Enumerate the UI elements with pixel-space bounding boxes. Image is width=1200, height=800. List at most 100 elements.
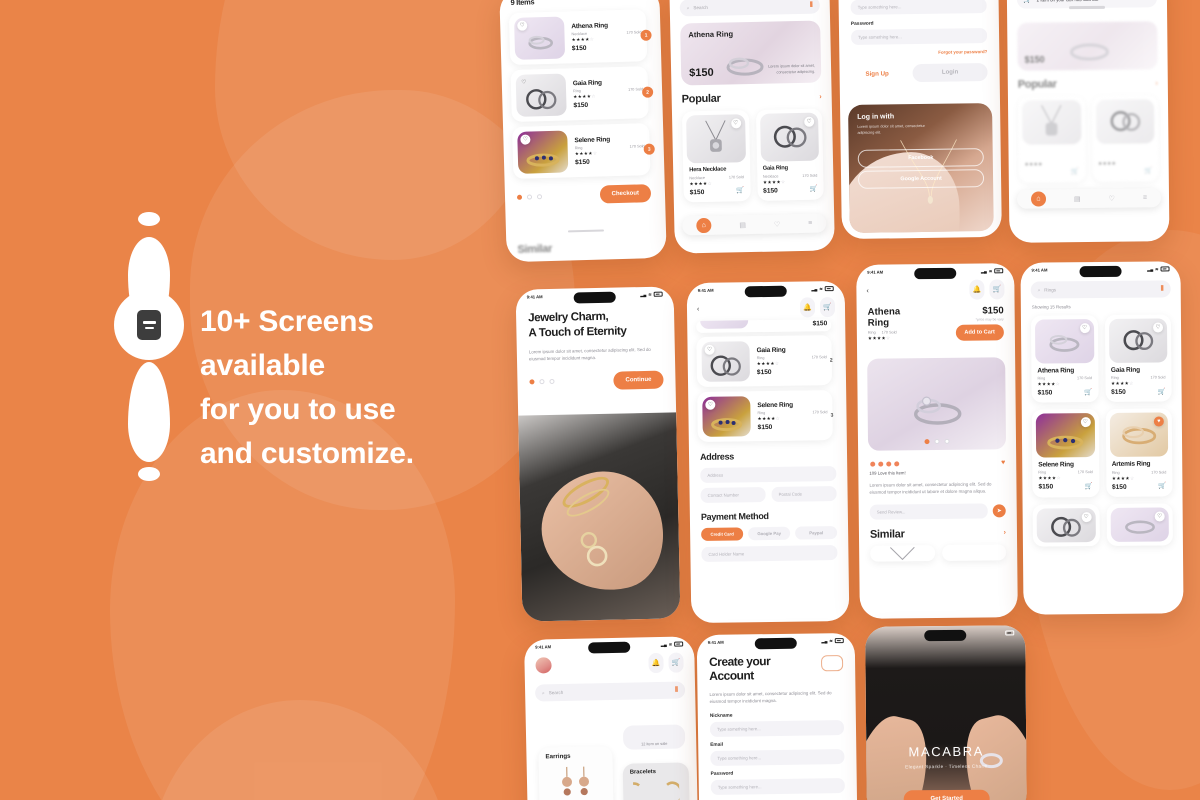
search-product-name: Selene Ring <box>1038 461 1074 469</box>
facebook-login-button[interactable]: Facebook <box>857 148 984 168</box>
checkout-item-qty-badge[interactable]: 3 <box>826 410 837 421</box>
review-input[interactable]: Send Review... <box>869 503 988 520</box>
menu-icon[interactable]: ≡ <box>1143 194 1147 201</box>
continue-button[interactable]: Continue <box>613 370 664 390</box>
home-icon[interactable]: ⌂ <box>1030 191 1047 207</box>
phone-screen-checkout[interactable]: 9:41 AM ▂▄ ≋ ‹ 🔔 🛒 $150 ♡ Gaia Ring Ring… <box>686 280 850 624</box>
search-input[interactable]: ⌕ Rings ⦀ <box>1030 280 1171 299</box>
search-icon: ⌕ <box>686 5 690 11</box>
notification-bell-icon[interactable]: 🔔 <box>648 652 664 674</box>
add-to-cart-icon[interactable]: 🛒 <box>1158 482 1166 490</box>
back-button[interactable]: ‹ <box>866 287 868 294</box>
menu-icon[interactable]: ≡ <box>808 220 812 227</box>
category-tile-earrings[interactable]: Earrings 12 item on sale <box>538 745 614 800</box>
back-button[interactable]: ‹ <box>697 305 699 312</box>
bottom-tab-bar[interactable]: ⌂ ▤ ♡ ≡ <box>1016 188 1162 209</box>
orders-icon[interactable]: ▤ <box>739 221 746 229</box>
email-field[interactable]: Type something here... <box>850 0 987 15</box>
add-to-cart-icon[interactable]: 🛒 <box>1085 482 1093 490</box>
product-name: Gaia Ring <box>762 165 788 172</box>
cart-icon[interactable]: 🛒 <box>668 652 684 673</box>
chevron-right-icon[interactable]: › <box>1149 0 1151 2</box>
chevron-right-icon[interactable]: › <box>1155 80 1157 87</box>
home-icon[interactable]: ⌂ <box>696 217 712 234</box>
results-count-label: Showing 15 Results <box>1031 304 1071 310</box>
phone-screen-product-detail[interactable]: 9:41 AM ▂▄ ≋ ‹ 🔔 🛒 Athena Ring Ring 170 … <box>856 263 1018 619</box>
onboarding-pagination-dots[interactable] <box>529 379 555 385</box>
detail-hero-image[interactable] <box>867 357 1007 451</box>
home-hero-banner[interactable]: Athena Ring $150 Lorem ipsum dolor sit a… <box>680 20 822 86</box>
cart-item-qty-badge[interactable]: 3 <box>643 143 655 155</box>
address-field[interactable]: Address <box>700 466 837 483</box>
phone-screen-signup[interactable]: 9:41 AM ▂▄ ≋ Create your Account Lorem ip… <box>696 632 858 800</box>
card-holder-name-field[interactable]: Card Holder Name <box>701 545 838 562</box>
forgot-password-link[interactable]: Forgot your password? <box>851 49 987 56</box>
wishlist-icon[interactable]: ♡ <box>1109 194 1115 202</box>
cart-item-qty-badge[interactable]: 1 <box>640 29 652 41</box>
filter-icon[interactable]: ⦀ <box>810 2 813 9</box>
signal-icon: ▂▄ <box>640 291 647 298</box>
send-icon[interactable]: ➤ <box>992 503 1006 518</box>
orders-icon[interactable]: ▤ <box>1074 195 1081 203</box>
category-search-bar[interactable]: ⌕ Search ⦀ <box>534 681 686 702</box>
add-to-cart-icon[interactable]: 🛒 <box>809 185 817 193</box>
chevron-right-icon[interactable]: › <box>819 93 821 100</box>
phone-screen-category[interactable]: 9:41 AM ▂▄ ≋ 🔔 🛒 ⌕ Search ⦀ 12 item on s… <box>524 636 698 800</box>
cart-item-sold: 170 Sold <box>629 143 645 149</box>
chevron-right-icon[interactable]: › <box>1004 529 1006 536</box>
checkout-button[interactable]: Checkout <box>599 184 652 204</box>
presentation-stage: 10+ Screens available for you to use and… <box>0 0 1200 800</box>
social-login-desc: Lorem ipsum dolor sit amet, consectetur … <box>857 123 925 135</box>
phone-screen-cart[interactable]: 9 Items ♡ Athena Ring Necklace 170 Sold … <box>499 0 667 263</box>
phone-screen-splash[interactable]: 9:41 AM ▂▄≋ MACABRA Elegant Sparkle · Ti… <box>865 625 1027 800</box>
add-to-cart-icon[interactable]: 🛒 <box>1157 387 1165 395</box>
filter-icon[interactable]: ⦀ <box>1161 285 1164 292</box>
category-tile-bracelets[interactable]: Bracelets 6 item on sale <box>622 762 690 800</box>
search-icon: ⌕ <box>1037 287 1041 293</box>
detail-price: $150 <box>982 305 1004 317</box>
phone-screen-login[interactable]: adipiscing elit. Sed do eiusmod tempor i… <box>838 0 1002 240</box>
phone-screen-onboarding[interactable]: 9:41 AM ▂▄ ≋ Jewelry Charm, A Touch of Et… <box>515 286 681 622</box>
cart-icon[interactable]: 🛒 <box>989 279 1005 300</box>
home-search-bar[interactable]: ⌕ Search ⦀ <box>679 0 820 17</box>
notification-bell-icon[interactable]: 🔔 <box>969 279 985 300</box>
skip-button[interactable] <box>820 655 844 672</box>
add-to-cart-icon[interactable]: 🛒 <box>1084 388 1092 396</box>
checkout-item-qty-badge[interactable]: 2 <box>826 355 837 366</box>
image-pagination-dots[interactable] <box>924 438 950 445</box>
phone-screen-notifications[interactable]: Complete your account profile! › 🛒 2 Ite… <box>1006 0 1170 243</box>
login-button[interactable]: Login <box>912 63 988 83</box>
notification-bell-icon[interactable]: 🔔 <box>799 297 816 318</box>
device-notch <box>744 285 787 298</box>
email-field[interactable]: Type something here... <box>710 749 845 767</box>
cart-item-qty-badge[interactable]: 2 <box>641 86 654 98</box>
payment-method-google-pay[interactable]: Google Pay <box>748 526 791 541</box>
nickname-field[interactable]: Type something here... <box>709 720 845 738</box>
favorite-icon[interactable]: ♥ <box>1001 459 1005 466</box>
password-field[interactable]: Type something here... <box>850 27 988 45</box>
postal-code-field[interactable]: Postal Code <box>771 486 837 502</box>
avatar[interactable] <box>535 657 552 674</box>
notif-hero-banner[interactable]: $150 <box>1017 21 1158 71</box>
get-started-button[interactable]: Get Started <box>903 789 990 800</box>
search-product-price: $150 <box>1111 483 1127 491</box>
battery-icon <box>994 268 1004 274</box>
category-tile-necklace[interactable]: 12 item on sale <box>622 724 686 750</box>
password-field[interactable]: Type something here... <box>710 778 845 796</box>
payment-method-credit-card[interactable]: Credit Card <box>701 527 744 541</box>
contact-number-field[interactable]: Contact Number <box>700 487 766 503</box>
payment-method-paypal[interactable]: Paypal <box>795 526 838 540</box>
cart-pagination-dots[interactable] <box>516 193 543 200</box>
add-to-cart-button[interactable]: Add to Cart <box>955 324 1004 341</box>
bottom-tab-bar[interactable]: ⌂ ▤ ♡ ≡ <box>682 213 827 236</box>
phone-screen-search-results[interactable]: 9:41 AM ▂▄ ≋ ⌕ Rings ⦀ Showing 15 Results… <box>1020 261 1184 615</box>
signup-button[interactable]: Sign Up <box>851 64 902 84</box>
battery-icon <box>1160 266 1170 272</box>
wishlist-icon[interactable]: ♡ <box>774 220 780 228</box>
filter-icon[interactable]: ⦀ <box>675 687 678 694</box>
google-login-button[interactable]: Google Account <box>857 169 985 189</box>
cart-icon[interactable]: 🛒 <box>819 297 836 318</box>
add-to-cart-icon[interactable]: 🛒 <box>736 187 744 195</box>
phone-screen-home[interactable]: ⌕ Search ⦀ Athena Ring $150 Lorem ipsum … <box>669 0 835 254</box>
wifi-icon: ≋ <box>648 291 652 297</box>
